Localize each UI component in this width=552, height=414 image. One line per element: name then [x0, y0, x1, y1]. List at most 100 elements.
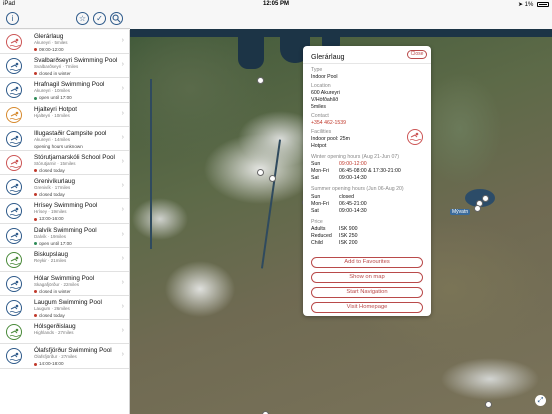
map-pin[interactable] [482, 195, 489, 202]
chevron-right-icon: › [121, 157, 124, 165]
fullscreen-toggle[interactable]: ⤢ [535, 395, 546, 406]
pool-status-text: 14:00-18:00 [39, 361, 64, 367]
map-pin[interactable] [474, 205, 481, 212]
pool-logo-icon [6, 179, 22, 196]
pool-location: Skagafjörður · 22miles [34, 281, 80, 287]
pool-status: 09:00-12:00 [34, 47, 64, 52]
pool-location: Grenivík · 17miles [34, 185, 71, 191]
facility-pool: Indoor pool: 25m [311, 136, 350, 142]
chevron-right-icon: › [121, 109, 124, 117]
info-button[interactable]: i [6, 12, 19, 25]
pool-logo-icon [6, 154, 22, 171]
pool-logo-icon [6, 130, 22, 147]
add-to-favourites-button[interactable]: Add to Favourites [311, 257, 423, 268]
river [260, 139, 282, 269]
pool-list-item[interactable]: Biskupslaug Reykir · 21miles › [0, 248, 129, 272]
pool-status-text: opening hours unknown [34, 143, 83, 149]
pool-list-item[interactable]: Stórutjarnarskóli School Pool Stórutjarni… [0, 151, 129, 176]
popup-title: Glerárlaug [311, 52, 345, 61]
status-dot [34, 314, 37, 318]
toolbar: i ☆ ✓ [0, 9, 130, 29]
status-bar: iPad 12:05 PM ➤ 1% [0, 0, 552, 9]
chevron-right-icon: › [121, 206, 124, 214]
facility-hotpot: Hotpot [311, 143, 327, 149]
pool-status: closed in winter [34, 71, 71, 76]
pool-status-text: 09:00-12:00 [39, 47, 64, 52]
pool-list-item[interactable]: Dalvík Swimming Pool Dalvík · 19miles open… [0, 224, 129, 248]
pool-location: Hjalteyri · 10miles [34, 112, 70, 118]
chevron-right-icon: › [121, 182, 124, 190]
map-pin[interactable] [485, 401, 492, 408]
map-pin[interactable] [257, 77, 264, 84]
pool-list-item[interactable]: Laugum Swimming Pool Laugum · 26miles clos… [0, 296, 129, 321]
pool-name: Dalvík Swimming Pool [34, 226, 97, 234]
pool-name: Hrafnagil Swimming Pool [34, 81, 105, 89]
pool-name: Hólsgerðislaug [34, 323, 76, 331]
map-pin[interactable] [257, 169, 264, 176]
visited-button[interactable]: ✓ [93, 12, 106, 25]
pool-list-item[interactable]: Glerárlaug Akureyri · 5miles 09:00-12:00 › [0, 30, 129, 55]
show-on-map-button[interactable]: Show on map [311, 272, 423, 283]
summer-hours: 09:00-14:30 [339, 208, 367, 214]
price-value: ISK 900 [339, 226, 358, 232]
status-dot [34, 169, 37, 173]
star-icon: ☆ [78, 14, 87, 23]
pool-list-item[interactable]: Hjalteyri Hotpot Hjalteyri · 10miles › [0, 103, 129, 127]
place-label-myvatn: Mývatn [450, 209, 471, 215]
pool-logo-icon [6, 324, 22, 341]
pool-list-item[interactable]: Hólar Swimming Pool Skagafjörður · 22mile… [0, 272, 129, 297]
chevron-right-icon: › [121, 230, 124, 238]
summer-day: Sun [311, 194, 321, 200]
pool-status-text: closed in winter [39, 71, 71, 77]
pool-list-item[interactable]: Grenivíkurlaug Grenivík · 17miles closed t… [0, 175, 129, 200]
search-button[interactable] [110, 12, 123, 25]
pool-location: Stórutjarnir · 15miles [34, 160, 76, 166]
pool-status-text: closed today [39, 192, 65, 198]
favorites-button[interactable]: ☆ [76, 12, 89, 25]
visit-homepage-button[interactable]: Visit Homepage [311, 302, 423, 313]
pool-list-item[interactable]: Svalbarðseyri Swimming Pool Svalbarðseyri… [0, 54, 129, 79]
price-group: Child [311, 240, 323, 246]
pool-name: Hrísey Swimming Pool [34, 202, 98, 210]
pool-list-item[interactable]: Hólsgerðislaug Highlands · 27miles › [0, 320, 129, 345]
chevron-right-icon: › [121, 351, 124, 359]
pool-location: Dalvík · 19miles [34, 233, 67, 239]
phone-link[interactable]: +354 462-1539 [311, 120, 346, 126]
start-navigation-button[interactable]: Start Navigation [311, 287, 423, 298]
pool-logo-icon [6, 227, 22, 244]
pool-status-text: 13:00-16:00 [39, 216, 64, 222]
pool-status: closed in winter [34, 289, 71, 294]
summer-hours: 06:45-21:00 [339, 201, 367, 207]
winter-hours: 09:00-12:00 [339, 161, 367, 167]
pool-location: Ólafsfjörður · 27miles [34, 354, 77, 360]
chevron-right-icon: › [121, 37, 124, 44]
pool-logo-icon [6, 106, 22, 123]
close-button[interactable]: Close [407, 50, 427, 59]
info-icon: i [11, 14, 14, 23]
pool-list-item[interactable]: Hrafnagil Swimming Pool Akureyri · 10mile… [0, 78, 129, 103]
pool-status: 14:00-18:00 [34, 361, 64, 366]
pool-list[interactable]: Glerárlaug Akureyri · 5miles 09:00-12:00 › S… [0, 30, 130, 414]
pool-status-text: open until 17:00 [39, 240, 72, 246]
pool-name: Biskupslaug [34, 250, 68, 258]
summer-hours-label: Summer opening hours (Jun 06-Aug 20) [311, 186, 404, 192]
price-group: Adults [311, 226, 326, 232]
chevron-right-icon: › [121, 303, 124, 311]
pool-list-item[interactable]: Illugastaðir Campsite pool Akureyri · 14m… [0, 127, 129, 151]
pool-list-item[interactable]: Ólafsfjörður Swimming Pool Ólafsfjörður ·… [0, 344, 129, 369]
summer-day: Mon-Fri [311, 201, 329, 207]
pool-status-text: open until 17:00 [39, 95, 72, 101]
chevron-right-icon: › [121, 254, 124, 262]
pool-name: Laugum Swimming Pool [34, 299, 102, 307]
pool-location: Akureyri · 10miles [34, 88, 71, 94]
pool-list-item[interactable]: Hrísey Swimming Pool Hrísey · 19miles 13:0… [0, 199, 129, 224]
map-pin[interactable] [269, 175, 276, 182]
pool-status-text: closed today [39, 313, 65, 319]
clock: 12:05 PM [262, 1, 289, 7]
chevron-right-icon: › [121, 327, 124, 335]
pool-location: Laugum · 26miles [34, 306, 70, 312]
location-label: Location [311, 83, 331, 89]
winter-day: Sat [311, 175, 319, 181]
pool-location: Akureyri · 14miles [34, 136, 71, 142]
summer-day: Sat [311, 208, 319, 214]
